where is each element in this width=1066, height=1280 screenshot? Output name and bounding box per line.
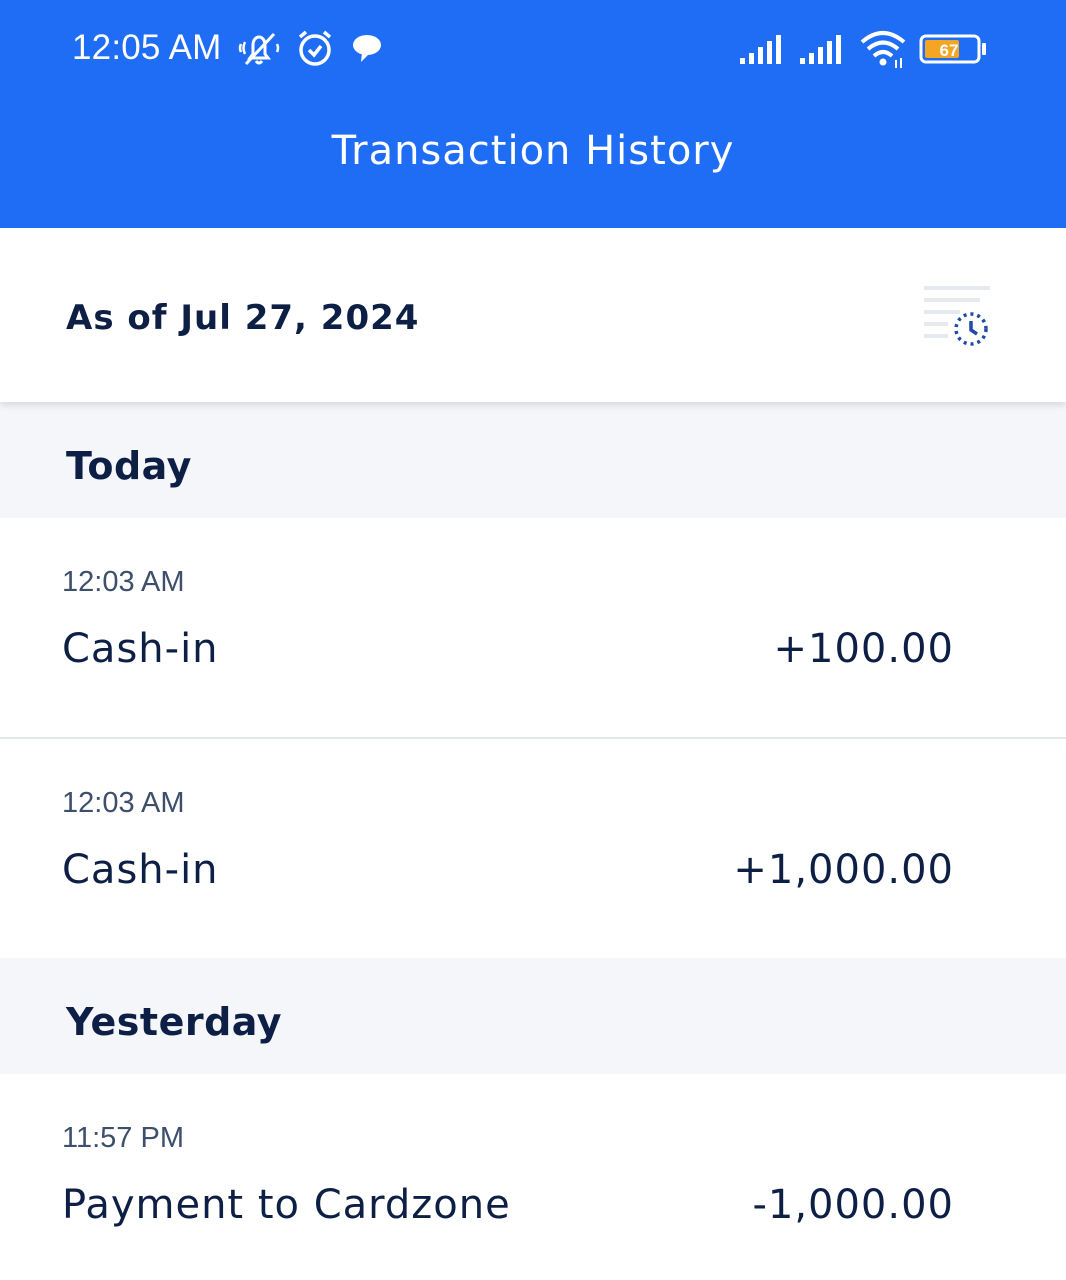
transaction-row[interactable]: 12:03 AM Cash-in +100.00 — [0, 518, 1066, 738]
chat-bubble-icon — [344, 28, 390, 70]
transaction-time: 12:03 AM — [62, 787, 185, 819]
transaction-amount: +100.00 — [773, 626, 954, 672]
transaction-row[interactable]: 11:57 PM Payment to Cardzone -1,000.00 — [0, 1074, 1066, 1280]
transaction-row[interactable]: 12:03 AM Cash-in +1,000.00 — [0, 739, 1066, 958]
wifi-icon — [858, 28, 910, 70]
signal-icon — [798, 28, 850, 70]
as-of-bar: As of Jul 27, 2024 — [0, 228, 1066, 402]
bell-muted-icon — [236, 28, 282, 70]
transaction-time: 11:57 PM — [62, 1122, 184, 1154]
battery-level: 67 — [940, 41, 959, 60]
signal-icon — [738, 28, 790, 70]
transaction-amount: +1,000.00 — [733, 847, 954, 893]
page-title: Transaction History — [331, 128, 735, 174]
transaction-description: Cash-in — [62, 626, 219, 672]
battery-icon: 67 — [918, 28, 990, 70]
history-filter-icon[interactable] — [920, 282, 996, 352]
transaction-description: Payment to Cardzone — [62, 1182, 511, 1228]
as-of-date: As of Jul 27, 2024 — [66, 298, 420, 338]
section-header-today: Today — [0, 402, 1066, 518]
transaction-description: Cash-in — [62, 847, 219, 893]
transaction-history-screen: 12:05 AM 67 Transaction History As of Ju… — [0, 0, 1066, 1280]
section-header-yesterday: Yesterday — [0, 958, 1066, 1074]
transaction-amount: -1,000.00 — [752, 1182, 954, 1228]
section-title: Today — [66, 444, 192, 488]
status-time: 12:05 AM — [72, 28, 222, 67]
transaction-time: 12:03 AM — [62, 566, 185, 598]
alarm-icon — [292, 28, 338, 70]
app-header: 12:05 AM 67 Transaction History — [0, 0, 1066, 228]
section-title: Yesterday — [66, 1000, 283, 1044]
status-bar: 12:05 AM 67 — [0, 0, 1066, 100]
